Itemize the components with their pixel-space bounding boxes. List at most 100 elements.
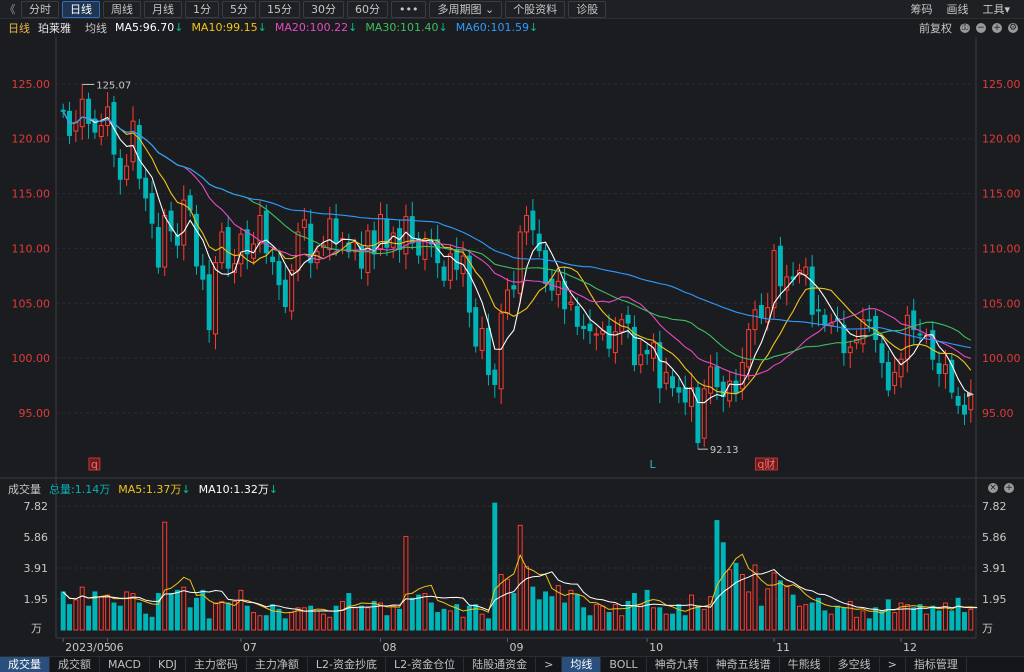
- volume-bar: [244, 605, 250, 631]
- volume-bar: [327, 616, 333, 631]
- indicator-tab[interactable]: 神奇五线谱: [708, 657, 780, 672]
- candle-body: [581, 325, 587, 329]
- volume-bar: [879, 610, 885, 631]
- volume-bar: [524, 566, 529, 631]
- indicator-tab[interactable]: KDJ: [150, 657, 186, 672]
- candle-body: [98, 125, 104, 138]
- candle-body: [816, 309, 821, 312]
- candle-body: [136, 125, 142, 179]
- price-tick-label: 115.00: [12, 188, 51, 201]
- candle-body: [543, 250, 549, 285]
- candle-body: [574, 306, 580, 327]
- x-tick-label: 10: [649, 641, 663, 654]
- volume-bar: [587, 615, 593, 631]
- candle-body: [746, 329, 752, 368]
- candle-body: [238, 233, 244, 265]
- price-tick-label: 110.00: [12, 242, 51, 255]
- volume-bar: [606, 612, 612, 631]
- volume-bar: [416, 594, 422, 631]
- kline-chart[interactable]: 125.00 125.00 120.00 120.00 115.00 115.00 110.…: [0, 0, 1024, 671]
- candle-body: [625, 314, 631, 324]
- volume-bar: [600, 605, 606, 631]
- volume-bar: [371, 600, 377, 631]
- volume-bar: [346, 593, 352, 631]
- candle-body: [701, 388, 707, 439]
- volume-bar: [746, 591, 752, 631]
- candle-body: [505, 289, 510, 314]
- indicator-tab[interactable]: 牛熊线: [780, 657, 830, 672]
- candle-body: [155, 227, 161, 268]
- volume-bar: [67, 604, 72, 631]
- candle-body: [904, 314, 910, 360]
- volume-bar: [543, 591, 549, 631]
- volume-bar: [117, 605, 123, 631]
- volume-bar: [701, 608, 707, 631]
- volume-bar: [168, 593, 174, 631]
- volume-bar: [460, 616, 466, 631]
- volume-bar: [816, 597, 821, 631]
- ma20-line: [62, 111, 971, 377]
- candle-body: [809, 266, 815, 315]
- volume-bar: [835, 605, 841, 631]
- indicator-tab[interactable]: 陆股通资金: [464, 657, 537, 672]
- candle-body: [898, 358, 904, 378]
- price-tick-label: 115.00: [982, 188, 1021, 201]
- candle-body: [79, 98, 85, 128]
- volume-bar: [219, 600, 225, 631]
- indicator-tab[interactable]: 主力密码: [186, 657, 247, 672]
- volume-tick-label: 1.95: [982, 593, 1007, 606]
- volume-bar: [657, 607, 663, 631]
- indicator-tab[interactable]: 神奇九转: [647, 657, 708, 672]
- price-tick-label: 95.00: [19, 407, 51, 420]
- indicator-tab[interactable]: >: [880, 657, 906, 672]
- volume-bar: [949, 610, 955, 631]
- indicator-tab[interactable]: 成交量: [0, 657, 50, 672]
- candle-body: [663, 371, 669, 384]
- indicator-tab[interactable]: 多空线: [830, 657, 880, 672]
- volume-bar: [333, 605, 339, 631]
- indicator-tab[interactable]: 指标管理: [906, 657, 967, 672]
- indicator-tab[interactable]: L2-资金仓位: [386, 657, 465, 672]
- volume-bar: [574, 594, 580, 631]
- candle-body: [530, 210, 536, 231]
- volume-bar: [790, 594, 796, 631]
- volume-bar: [733, 562, 739, 631]
- volume-bar: [174, 589, 180, 631]
- volume-bar: [593, 604, 599, 631]
- indicator-tab[interactable]: 成交额: [50, 657, 100, 672]
- candle-body: [968, 393, 974, 411]
- volume-bar: [568, 589, 574, 631]
- event-marker: L: [649, 458, 656, 471]
- volume-bar: [479, 613, 485, 631]
- indicator-tab[interactable]: MACD: [100, 657, 150, 672]
- volume-bar: [689, 594, 695, 631]
- candle-body: [403, 216, 409, 255]
- indicator-tab[interactable]: >: [536, 657, 563, 672]
- price-tick-label: 100.00: [982, 352, 1021, 365]
- volume-bar: [536, 599, 542, 631]
- candle-body: [676, 387, 682, 393]
- volume-bar: [860, 610, 866, 631]
- candle-body: [695, 387, 701, 444]
- volume-bar: [320, 613, 326, 631]
- volume-bar: [777, 580, 783, 631]
- candle-body: [333, 218, 339, 244]
- volume-bar: [60, 591, 66, 631]
- candle-body: [213, 262, 218, 335]
- volume-bar: [923, 613, 929, 631]
- candle-body: [162, 215, 168, 268]
- indicator-tab[interactable]: L2-资金抄底: [308, 657, 387, 672]
- candle-body: [822, 314, 828, 326]
- candle-body: [60, 109, 66, 112]
- indicator-tab[interactable]: 主力净额: [247, 657, 308, 672]
- indicator-tab[interactable]: BOLL: [601, 657, 647, 672]
- volume-bar: [428, 602, 434, 631]
- volume-bar: [359, 605, 364, 631]
- price-tick-label: 100.00: [12, 352, 51, 365]
- indicator-tab[interactable]: 均线: [562, 657, 602, 672]
- x-tick-label: 11: [776, 641, 790, 654]
- volume-bar: [727, 569, 733, 631]
- volume-tick-label: 1.95: [24, 593, 49, 606]
- candle-body: [263, 210, 269, 254]
- candle-body: [524, 215, 529, 233]
